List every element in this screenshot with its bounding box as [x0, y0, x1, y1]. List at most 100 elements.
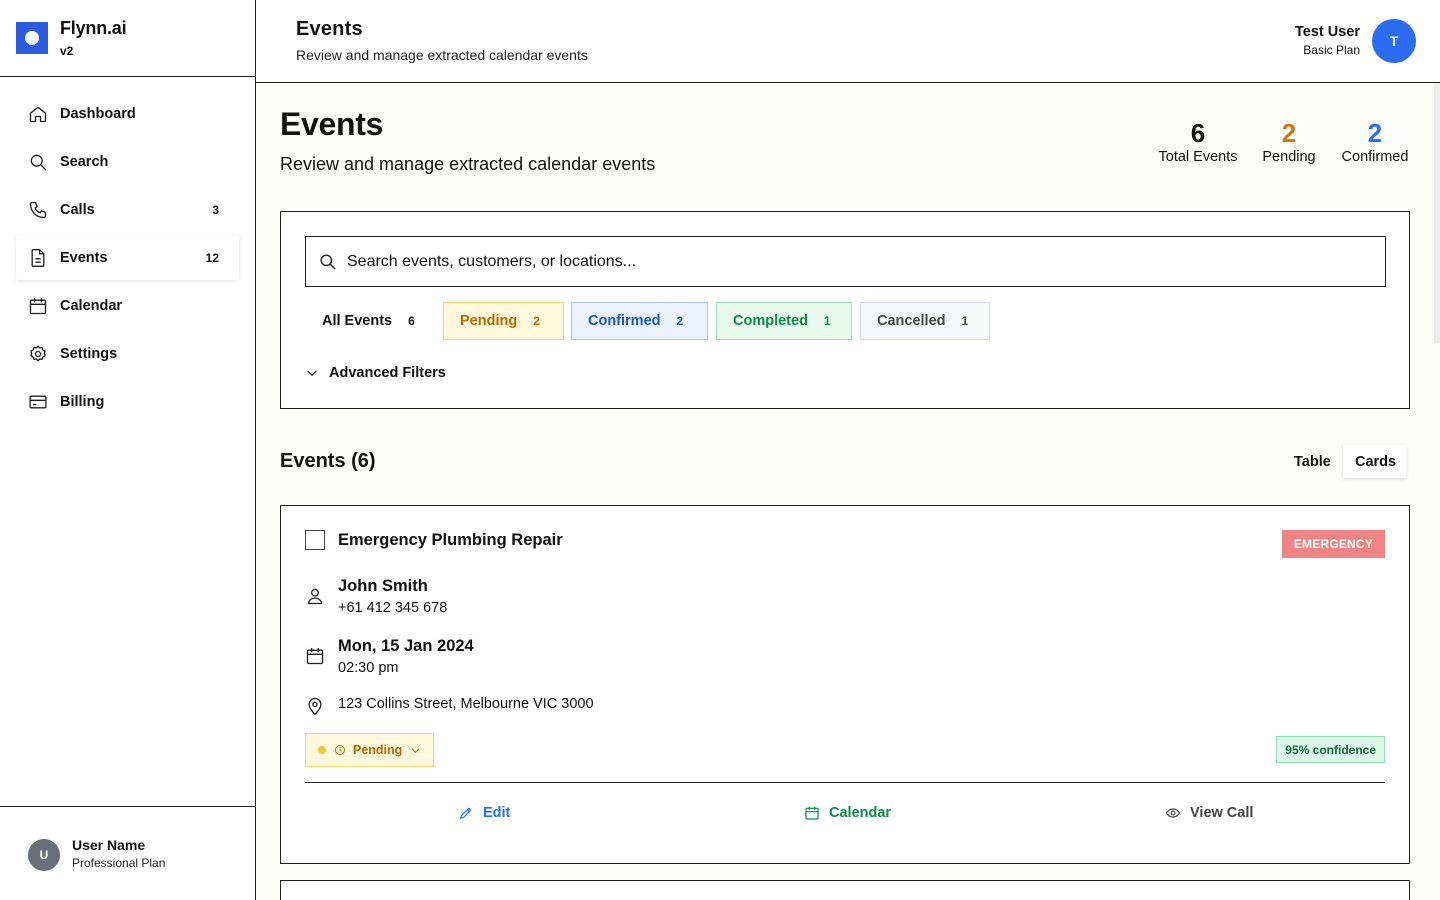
sidebar-user[interactable]: U User Name Professional Plan: [0, 806, 255, 900]
filter-label: Pending: [460, 313, 518, 329]
header-title: Events: [296, 18, 363, 40]
stat-pending: 2 Pending: [1260, 116, 1318, 165]
event-select-checkbox[interactable]: [305, 530, 325, 550]
status-dot: [318, 746, 326, 754]
edit-label: Edit: [483, 805, 511, 821]
stat-label: Pending: [1262, 149, 1316, 165]
sidebar-item-events[interactable]: Events 12: [16, 236, 239, 280]
confidence-badge: 95% confidence: [1276, 736, 1385, 763]
stat-total-events: 6 Total Events: [1158, 116, 1238, 165]
location-pin-icon: [308, 697, 322, 715]
sidebar-item-label: Events: [60, 250, 108, 266]
filter-pending[interactable]: Pending 2: [443, 302, 564, 340]
filter-count: 2: [533, 314, 540, 328]
filter-all-events[interactable]: All Events 6: [305, 302, 432, 340]
sidebar-item-label: Settings: [60, 346, 118, 362]
calendar-icon: [29, 297, 47, 315]
filter-count: 2: [676, 314, 684, 328]
stat-value: 2: [1367, 118, 1383, 148]
eye-icon: [1165, 808, 1181, 818]
filter-completed[interactable]: Completed 1: [716, 302, 852, 340]
status-label: Pending: [353, 743, 403, 757]
filter-count: 1: [823, 314, 831, 328]
top-bar: Events Review and manage extracted calen…: [256, 0, 1440, 83]
header-subtitle: Review and manage extracted calendar eve…: [296, 47, 588, 63]
sidebar-item-search[interactable]: Search: [16, 140, 239, 184]
user-icon: [307, 588, 323, 605]
emergency-badge: EMERGENCY: [1281, 530, 1385, 558]
event-time: 02:30 pm: [338, 660, 399, 676]
event-card: [280, 880, 1410, 900]
scrollbar[interactable]: [1434, 83, 1440, 343]
header-user-name: Test User: [1294, 24, 1360, 40]
status-dropdown[interactable]: Pending: [305, 733, 434, 767]
stat-label: Confirmed: [1341, 149, 1409, 165]
sidebar-item-label: Dashboard: [60, 106, 136, 122]
pencil-icon: [460, 807, 472, 819]
logo-icon[interactable]: [16, 22, 48, 54]
advanced-filters-toggle[interactable]: Advanced Filters: [305, 365, 446, 381]
sidebar-item-calls[interactable]: Calls 3: [16, 188, 239, 232]
sidebar-item-label: Billing: [60, 394, 105, 410]
page-subtitle: Review and manage extracted calendar eve…: [280, 154, 656, 174]
events-list-title: Events (6): [280, 450, 376, 472]
customer-phone: +61 412 345 678: [338, 600, 448, 616]
phone-icon: [29, 201, 47, 219]
stat-label: Total Events: [1158, 149, 1238, 165]
chevron-down-icon: [412, 748, 420, 753]
filter-label: All Events: [322, 313, 393, 329]
avatar: U: [28, 839, 60, 871]
edit-button[interactable]: Edit: [458, 805, 510, 821]
sidebar-item-label: Calendar: [60, 298, 123, 314]
sidebar-item-dashboard[interactable]: Dashboard: [16, 92, 239, 136]
filter-confirmed[interactable]: Confirmed 2: [571, 302, 708, 340]
filter-count: 6: [408, 314, 415, 328]
event-card: Emergency Plumbing Repair EMERGENCY John…: [280, 505, 1410, 864]
sidebar-item-label: Search: [60, 154, 109, 170]
sidebar-item-label: Calls: [60, 202, 95, 218]
view-cards-button[interactable]: Cards: [1343, 445, 1406, 478]
filter-label: Cancelled: [877, 313, 946, 329]
stat-value: 6: [1190, 118, 1206, 148]
search-icon: [30, 154, 47, 171]
home-icon: [29, 106, 47, 123]
filter-panel: All Events 6 Pending 2 Confirmed 2 Compl…: [280, 211, 1410, 409]
sidebar-item-settings[interactable]: Settings: [16, 332, 239, 376]
header-user-plan: Basic Plan: [1303, 43, 1360, 57]
credit-card-icon: [29, 395, 47, 409]
add-to-calendar-button[interactable]: Calendar: [804, 805, 891, 821]
filter-label: Confirmed: [588, 313, 661, 329]
search-icon: [320, 254, 336, 270]
user-avatar[interactable]: T: [1372, 19, 1416, 63]
sidebar: Flynn.ai v2 Dashboard Search Calls 3 Eve…: [0, 0, 256, 900]
event-address: 123 Collins Street, Melbourne VIC 3000: [338, 696, 594, 712]
document-icon: [31, 249, 45, 267]
view-call-button[interactable]: View Call: [1165, 805, 1253, 821]
chevron-down-icon: [307, 370, 317, 376]
gear-icon: [30, 345, 46, 362]
sidebar-item-calendar[interactable]: Calendar: [16, 284, 239, 328]
page-title: Events: [280, 106, 384, 142]
search-bar[interactable]: [305, 236, 1386, 287]
brand-version: v2: [60, 44, 74, 58]
brand: Flynn.ai v2: [0, 0, 255, 77]
view-call-label: View Call: [1190, 805, 1254, 821]
calls-count-badge: 3: [212, 203, 219, 217]
stat-value: 2: [1281, 118, 1297, 148]
events-count-badge: 12: [205, 251, 219, 265]
sidebar-item-billing[interactable]: Billing: [16, 380, 239, 424]
event-date: Mon, 15 Jan 2024: [338, 637, 474, 655]
stat-confirmed: 2 Confirmed: [1338, 116, 1412, 165]
filter-count: 1: [961, 314, 969, 328]
search-input[interactable]: [347, 252, 1347, 271]
clock-icon: [335, 745, 345, 755]
customer-name: John Smith: [338, 577, 428, 595]
calendar-icon: [805, 806, 819, 820]
sidebar-user-plan: Professional Plan: [72, 856, 166, 870]
filter-cancelled[interactable]: Cancelled 1: [860, 302, 990, 340]
advanced-filters-label: Advanced Filters: [329, 365, 446, 381]
calendar-icon: [306, 647, 324, 665]
calendar-label: Calendar: [829, 805, 892, 821]
view-table-button[interactable]: Table: [1282, 445, 1343, 478]
brand-name: Flynn.ai: [60, 18, 127, 38]
